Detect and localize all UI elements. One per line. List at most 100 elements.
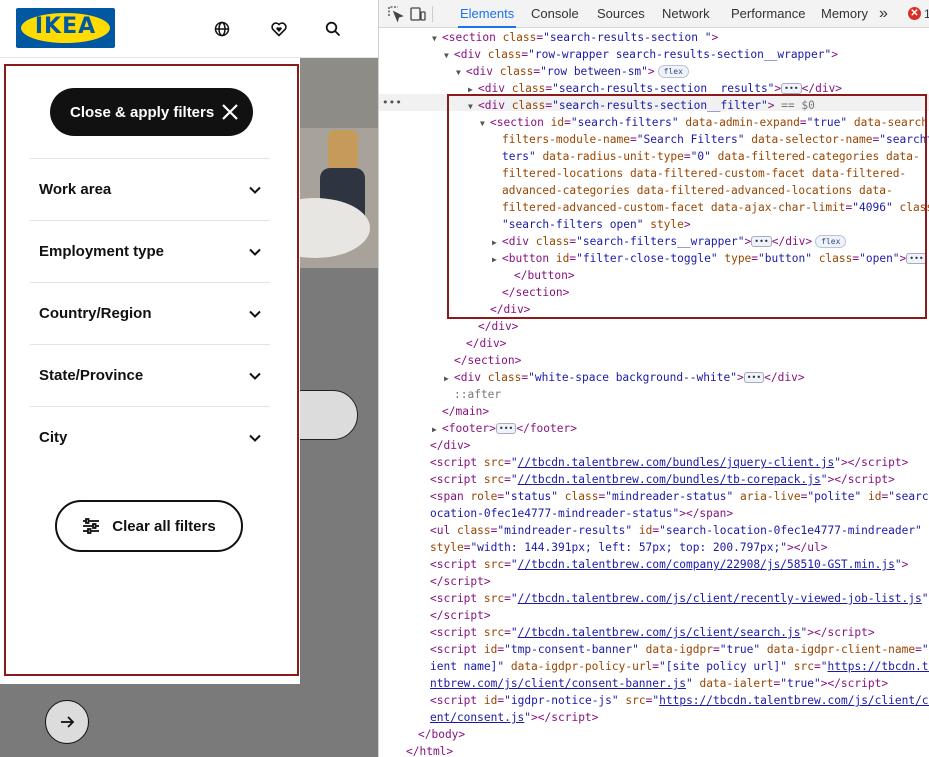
collapsed-content-ellipsis[interactable]: ••• (781, 83, 802, 94)
clear-all-label: Clear all filters (112, 517, 216, 535)
node-markup: </div> (466, 337, 507, 350)
dom-node-line[interactable]: ▼ <section class="search-results-section … (432, 29, 718, 46)
dom-node-line[interactable]: ▶ <div class="white-space background--whi… (444, 369, 805, 386)
filter-label: City (39, 429, 68, 446)
dom-node-line[interactable]: </section> (444, 352, 521, 369)
error-icon[interactable]: ✕ (908, 7, 921, 20)
ikea-logo[interactable]: IKEA (16, 8, 115, 48)
filter-label: Country/Region (39, 305, 152, 322)
collapsed-content-ellipsis[interactable]: ••• (743, 372, 765, 383)
dom-node-line[interactable]: </script> (420, 607, 491, 624)
dom-node-line[interactable]: </body> (408, 726, 465, 743)
tab-network[interactable]: Network (660, 0, 712, 28)
node-markup: ent/consent.js"></script> (430, 711, 599, 724)
devtools-panel: Elements Console Sources Network Perform… (378, 0, 929, 757)
node-markup: <script src="//tbcdn.talentbrew.com/comp… (430, 558, 909, 571)
node-markup: <div class="row between-sm"> (466, 65, 655, 78)
filter-city[interactable]: City (30, 406, 270, 468)
error-count[interactable]: 1 (924, 0, 929, 28)
close-apply-filters-button[interactable]: Close & apply filters (50, 88, 253, 136)
dom-node-line[interactable]: style="width: 144.391px; left: 57px; top… (420, 539, 827, 556)
expand-toggle-icon[interactable]: ▶ (444, 370, 454, 387)
tab-memory[interactable]: Memory (819, 0, 870, 28)
node-actions-ellipsis[interactable]: ••• (382, 94, 402, 111)
dom-node-line[interactable]: </script> (420, 573, 491, 590)
tab-sources[interactable]: Sources (595, 0, 647, 28)
dom-node-line[interactable]: ient name]" data-igdpr-policy-url="[site… (420, 658, 929, 675)
dom-node-line[interactable]: ▼ <div class="row-wrapper search-results-… (444, 46, 838, 63)
globe-icon[interactable] (211, 18, 233, 40)
site-header: IKEA (0, 0, 378, 58)
page-overlay-lower (0, 684, 300, 757)
more-tabs-icon[interactable]: » (879, 0, 888, 28)
page-overlay (260, 268, 378, 757)
node-markup: ient name]" data-igdpr-policy-url="[site… (430, 660, 929, 673)
filter-employment-type[interactable]: Employment type (30, 220, 270, 282)
dom-node-line[interactable]: ocation-0fec1e4777-mindreader-status"></… (420, 505, 733, 522)
node-markup: <footer> (442, 422, 496, 435)
dom-node-line[interactable]: <script id="igdpr-notice-js" src="https:… (420, 692, 929, 709)
dom-node-line[interactable]: <script src="//tbcdn.talentbrew.com/js/c… (420, 624, 875, 641)
tab-performance[interactable]: Performance (729, 0, 807, 28)
sliders-icon (83, 518, 100, 534)
node-markup: <section class="search-results-section "… (442, 31, 719, 44)
dom-node-line[interactable]: ::after (444, 386, 501, 403)
filter-label: Work area (39, 181, 112, 198)
filter-work-area[interactable]: Work area (30, 158, 270, 220)
dom-node-line[interactable]: </div> (468, 318, 518, 335)
dom-node-line[interactable]: </html> (396, 743, 453, 757)
next-arrow-button[interactable] (45, 700, 89, 744)
dom-node-line[interactable]: <script src="//tbcdn.talentbrew.com/js/c… (420, 590, 929, 607)
filter-country-region[interactable]: Country/Region (30, 282, 270, 344)
dom-node-line[interactable]: <ul class="mindreader-results" id="searc… (420, 522, 922, 539)
node-markup: <div class="row-wrapper search-results-s… (454, 48, 838, 61)
website-viewport: IKEA Close & apply filters Work area Emp… (0, 0, 378, 757)
expand-toggle-icon[interactable]: ▼ (444, 47, 454, 64)
dom-node-line[interactable]: <script src="//tbcdn.talentbrew.com/comp… (420, 556, 908, 573)
device-toolbar-icon[interactable] (409, 5, 427, 23)
search-icon[interactable] (322, 18, 344, 40)
node-markup: ocation-0fec1e4777-mindreader-status"></… (430, 507, 734, 520)
dom-node-line[interactable]: ▶ <footer> ••• </footer> (432, 420, 577, 437)
node-markup: <script id="tmp-consent-banner" data-igd… (430, 643, 929, 656)
node-markup: </script> (430, 609, 491, 622)
filter-label: Employment type (39, 243, 165, 260)
chevron-down-icon (249, 186, 261, 194)
background-photo (300, 58, 378, 268)
dom-node-line[interactable]: <script src="//tbcdn.talentbrew.com/bund… (420, 454, 908, 471)
node-markup: <script id="igdpr-notice-js" src="https:… (430, 694, 929, 707)
node-markup: style="width: 144.391px; left: 57px; top… (430, 541, 828, 554)
dom-node-line[interactable]: <script src="//tbcdn.talentbrew.com/bund… (420, 471, 895, 488)
dom-node-line[interactable]: <script id="tmp-consent-banner" data-igd… (420, 641, 929, 658)
dom-node-line[interactable]: ent/consent.js"></script> (420, 709, 598, 726)
expand-toggle-icon[interactable]: ▼ (456, 64, 466, 81)
node-markup: <div class="white-space background--whit… (454, 371, 744, 384)
expand-toggle-icon[interactable]: ▼ (432, 30, 442, 47)
expand-toggle-icon[interactable]: ▶ (432, 421, 442, 438)
dom-node-line[interactable]: ▼ <div class="row between-sm"> flex (456, 63, 689, 80)
toolbar-divider (432, 6, 433, 22)
clear-all-filters-button[interactable]: Clear all filters (55, 500, 243, 552)
devtools-toolbar: Elements Console Sources Network Perform… (379, 0, 929, 28)
inspect-element-icon[interactable] (387, 5, 405, 23)
close-icon (222, 104, 238, 120)
node-markup: ntbrew.com/js/client/consent-banner.js" … (430, 677, 889, 690)
tab-elements[interactable]: Elements (458, 0, 517, 28)
node-markup: </html> (406, 745, 454, 757)
filter-state-province[interactable]: State/Province (30, 344, 270, 406)
chevron-down-icon (249, 434, 261, 442)
dom-node-line[interactable]: <span role="status" class="mindreader-st… (420, 488, 929, 505)
node-markup: <script src="//tbcdn.talentbrew.com/bund… (430, 473, 895, 486)
node-markup: <ul class="mindreader-results" id="searc… (430, 524, 922, 537)
collapsed-content-ellipsis[interactable]: ••• (495, 423, 517, 434)
node-markup: <script src="//tbcdn.talentbrew.com/bund… (430, 456, 909, 469)
flex-badge[interactable]: flex (657, 65, 689, 78)
dom-node-line[interactable]: </main> (432, 403, 489, 420)
node-markup: ::after (454, 388, 502, 401)
heart-icon[interactable] (268, 18, 290, 40)
tab-console[interactable]: Console (529, 0, 581, 28)
dom-node-line[interactable]: </div> (456, 335, 506, 352)
filter-label: State/Province (39, 367, 144, 384)
dom-node-line[interactable]: </div> (420, 437, 470, 454)
dom-node-line[interactable]: ntbrew.com/js/client/consent-banner.js" … (420, 675, 888, 692)
